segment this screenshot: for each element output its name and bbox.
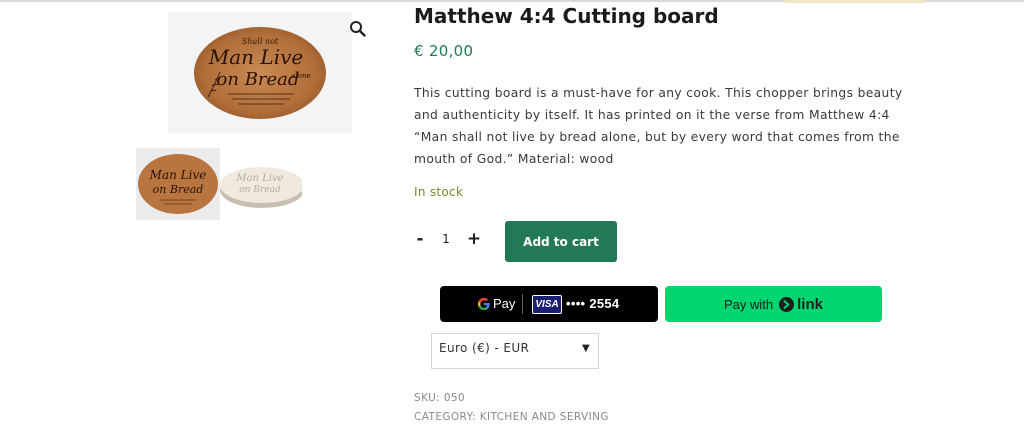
category-link[interactable]: KITCHEN AND SERVING (480, 411, 609, 423)
cutting-board-image: Shall not Man Live on Bread alone (194, 27, 326, 119)
thumbnail-white-image: Man Live on Bread (220, 167, 304, 208)
svg-text:alone: alone (291, 72, 310, 80)
product-main-image[interactable]: Shall not Man Live on Bread alone (168, 12, 352, 133)
stock-status: In stock (414, 185, 464, 199)
card-masked-number: •••• 2554 (566, 296, 620, 311)
sku-label: SKU: (414, 392, 441, 404)
svg-text:Man Live: Man Live (149, 168, 207, 182)
header-accent-bar (785, 0, 925, 3)
quantity-input[interactable] (436, 229, 456, 249)
google-pay-button[interactable]: Pay VISA •••• 2554 (440, 286, 658, 322)
currency-select[interactable]: Euro (€) - EUR ▼ (431, 333, 599, 369)
thumbnail-wood-board[interactable]: Man Live on Bread (136, 148, 220, 220)
product-title: Matthew 4:4 Cutting board (414, 4, 719, 28)
link-arrow-icon (779, 296, 795, 312)
product-page: Shall not Man Live on Bread alone Man Li… (0, 0, 1024, 429)
svg-text:on Bread: on Bread (239, 185, 281, 195)
product-category: CATEGORY: KITCHEN AND SERVING (414, 411, 609, 423)
svg-text:Man Live: Man Live (235, 173, 283, 184)
svg-text:on Bread: on Bread (153, 183, 204, 196)
category-label: CATEGORY: (414, 411, 476, 423)
pay-with-link-button[interactable]: Pay with link (665, 286, 882, 322)
currency-selected-value: Euro (€) - EUR (439, 341, 530, 355)
google-pay-label: Pay (493, 296, 516, 311)
svg-text:on Bread: on Bread (217, 69, 300, 90)
quantity-decrease-button[interactable]: - (412, 229, 428, 249)
chevron-down-icon: ▼ (582, 343, 590, 354)
pay-with-label: Pay with (724, 296, 774, 312)
product-sku: SKU: 050 (414, 392, 465, 404)
google-g-icon (477, 297, 490, 311)
product-price: € 20,00 (414, 42, 474, 60)
svg-text:Man Live: Man Live (208, 45, 303, 69)
add-to-cart-button[interactable]: Add to cart (505, 221, 617, 262)
magnifier-icon[interactable] (349, 20, 367, 38)
visa-card-icon: VISA (532, 295, 562, 314)
quantity-increase-button[interactable]: + (466, 229, 482, 249)
product-description: This cutting board is a must-have for an… (414, 86, 903, 166)
sku-value: 050 (443, 392, 466, 404)
thumbnail-wood-image: Man Live on Bread (138, 154, 218, 214)
thumbnail-white-board[interactable]: Man Live on Bread (220, 148, 304, 220)
link-brand-label: link (797, 295, 823, 313)
gpay-divider (522, 294, 523, 314)
